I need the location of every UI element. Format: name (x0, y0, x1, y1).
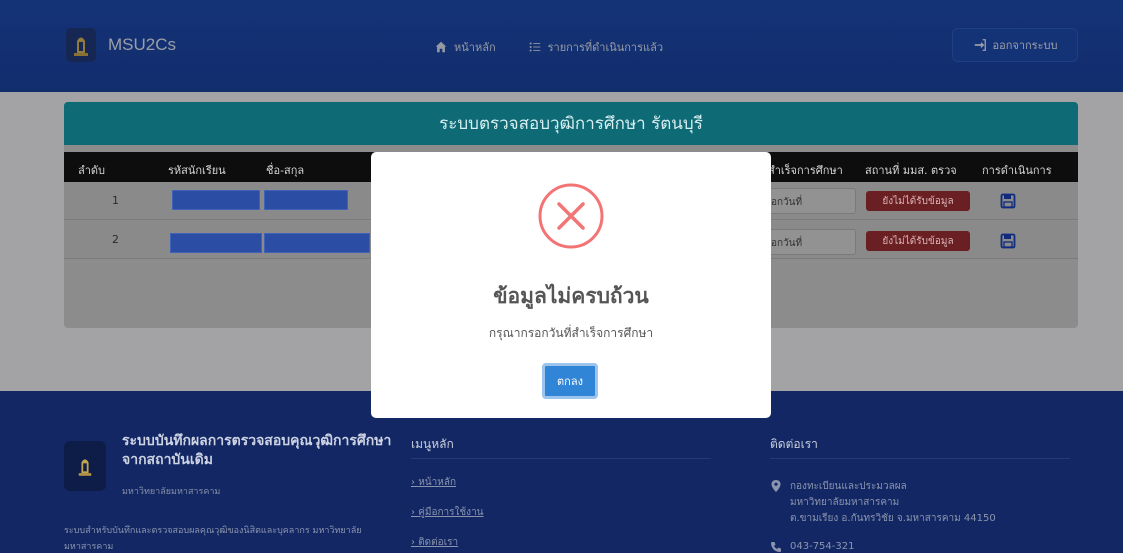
col-graduation: สำเร็จการศึกษา (768, 164, 843, 177)
footer-subtitle: มหาวิทยาลัยมหาสารคาม (122, 487, 221, 497)
footer-link-home-label: หน้าหลัก (418, 477, 457, 488)
redacted-student-id (170, 233, 262, 253)
card-title: ระบบตรวจสอบวุฒิการศึกษา รัตนบุรี (64, 102, 1078, 145)
redacted-name (264, 233, 370, 253)
footer-contact-title: ติดต่อเรา (770, 437, 818, 451)
graduation-date-input[interactable]: อกวันที่ (764, 188, 856, 214)
address-line-2: มหาวิทยาลัยมหาสารคาม (790, 497, 900, 508)
redacted-student-id (172, 190, 260, 210)
dialog-title: ข้อมูลไม่ครบถ้วน (493, 284, 649, 308)
footer-title: ระบบบันทึกผลการตรวจสอบคุณวุฒิการศึกษาจาก… (122, 433, 392, 468)
footer-link-contact-label: ติดต่อเรา (418, 537, 459, 548)
status-badge: ยังไม่ได้รับข้อมูล (866, 191, 970, 211)
footer-description: ระบบสำหรับบันทึกและตรวจสอบผลคุณวุฒิของนิ… (64, 526, 362, 552)
map-pin-icon (771, 480, 781, 492)
col-name: ชื่อ-สกุล (266, 164, 305, 177)
col-msu-check-place: สถานที่ มมส. ตรวจ (865, 164, 957, 177)
contact-phone: 043-754-321 (790, 541, 855, 552)
address-line-1: กองทะเบียนและประมวลผล (790, 481, 907, 492)
col-student-id: รหัสนักเรียน (168, 164, 226, 177)
error-dialog: ข้อมูลไม่ครบถ้วน กรุณากรอกวันที่สำเร็จกา… (371, 152, 771, 418)
phone-icon (771, 542, 781, 552)
col-action: การดำเนินการ (982, 164, 1052, 177)
footer-link-manual[interactable]: › คู่มือการใช้งาน (411, 505, 484, 520)
save-icon[interactable] (1000, 193, 1016, 209)
redacted-name (264, 190, 348, 210)
modal-overlay-dim (0, 0, 1123, 92)
error-x-icon (538, 183, 604, 249)
navbar: MSU2Cs หน้าหลัก รายการที่ดำเนินการแล้ว อ… (0, 0, 1123, 92)
row-order: 1 (112, 194, 119, 207)
footer-logo-icon (64, 441, 106, 491)
row-order: 2 (112, 233, 119, 246)
footer-link-home[interactable]: › หน้าหลัก (411, 475, 456, 490)
footer-contact-divider (770, 458, 1070, 459)
status-badge: ยังไม่ได้รับข้อมูล (866, 231, 970, 251)
footer-menu-divider (411, 458, 711, 459)
footer-link-contact[interactable]: › ติดต่อเรา (411, 535, 458, 550)
footer-menu-title: เมนูหลัก (411, 437, 454, 451)
address-line-3: ต.ขามเรียง อ.กันทรวิชัย จ.มหาสารคาม 4415… (790, 513, 996, 524)
save-icon[interactable] (1000, 233, 1016, 249)
graduation-date-input[interactable]: อกวันที่ (764, 229, 856, 255)
page: MSU2Cs หน้าหลัก รายการที่ดำเนินการแล้ว อ… (0, 0, 1123, 553)
contact-address: กองทะเบียนและประมวลผล มหาวิทยาลัยมหาสารค… (790, 479, 996, 527)
dialog-message: กรุณากรอกวันที่สำเร็จการศึกษา (488, 326, 654, 340)
footer-link-manual-label: คู่มือการใช้งาน (418, 507, 484, 518)
ok-button[interactable]: ตกลง (542, 363, 598, 399)
col-order: ลำดับ (78, 164, 106, 177)
